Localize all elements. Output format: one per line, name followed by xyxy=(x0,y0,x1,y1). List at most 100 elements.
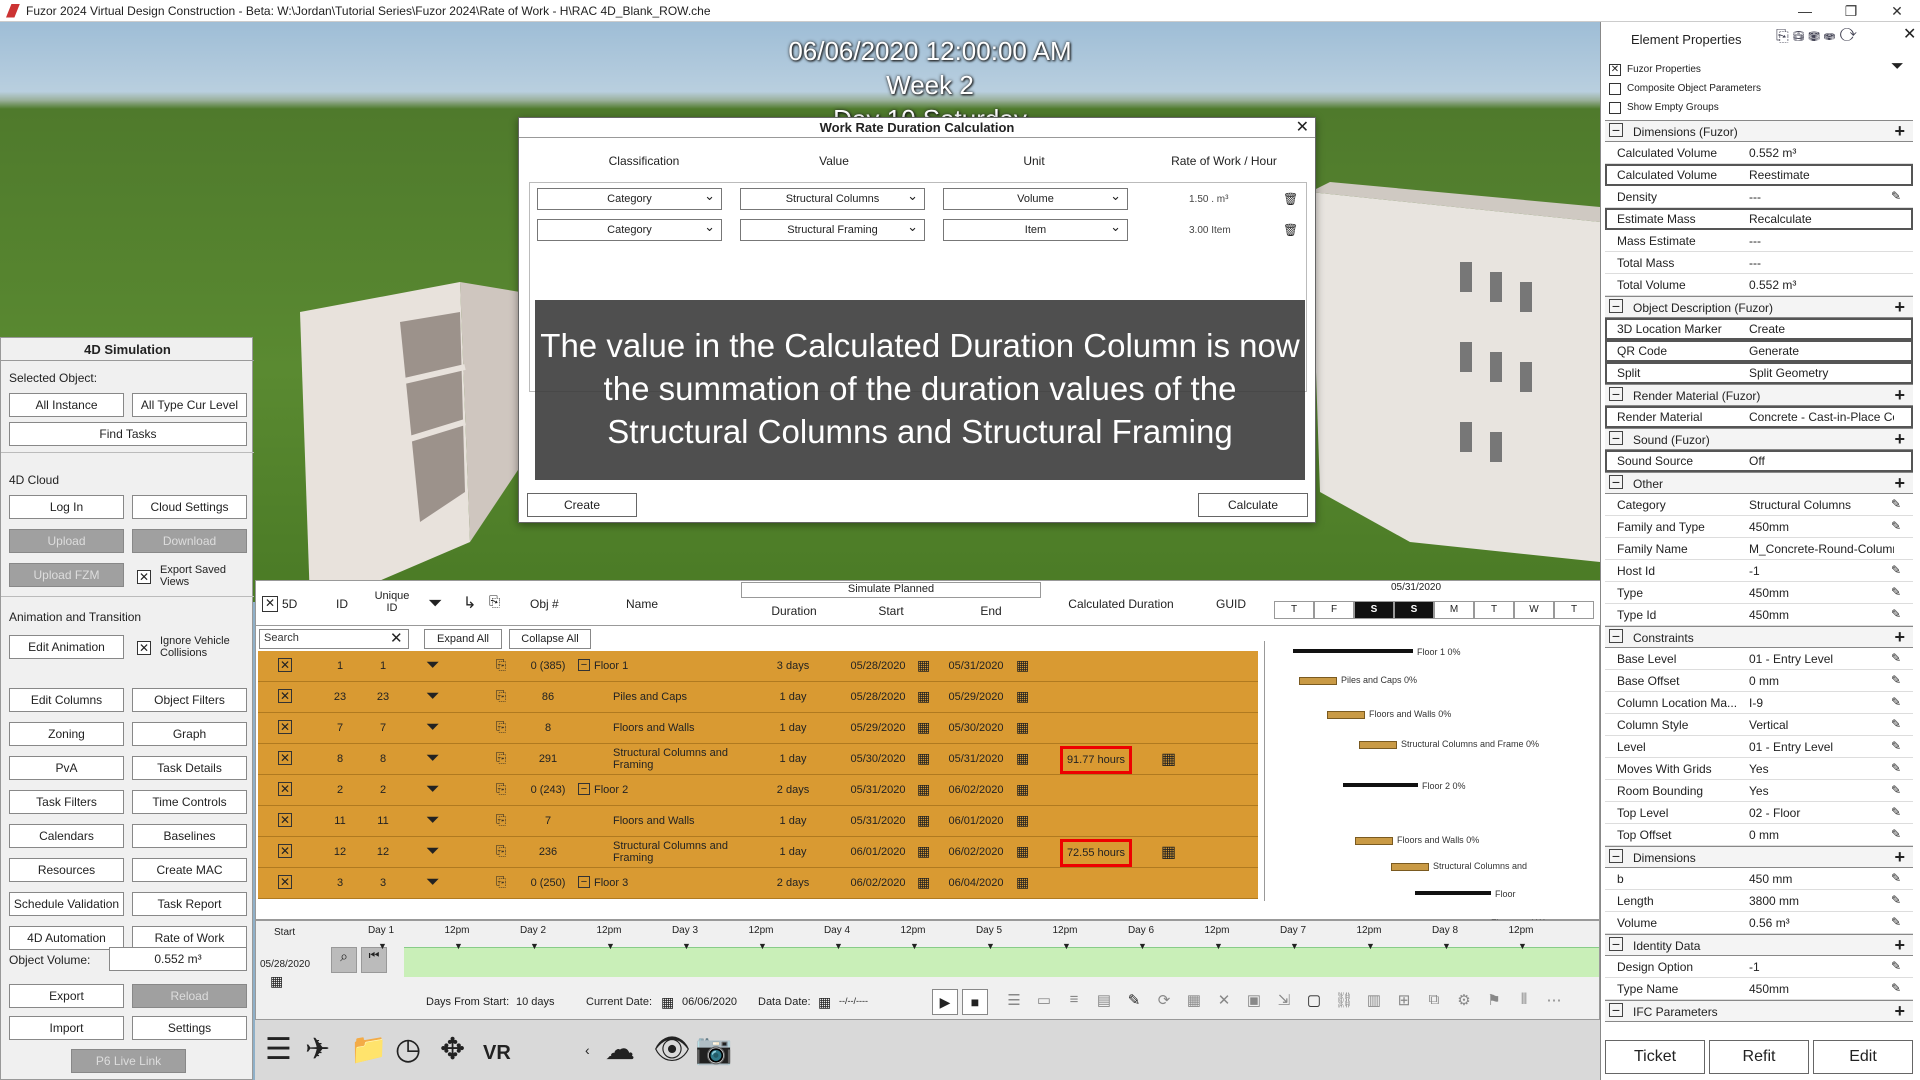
play-icon[interactable]: ▶ xyxy=(932,989,958,1015)
unit-select[interactable]: Volume xyxy=(943,186,1128,210)
row-duration[interactable]: 1 day xyxy=(758,691,828,703)
gantt-summary-bar[interactable] xyxy=(1343,783,1418,787)
row-filter-icon[interactable]: ⏷ xyxy=(426,841,440,861)
rate-value[interactable]: 3.00 Item xyxy=(1189,225,1231,236)
resources-button[interactable]: Resources xyxy=(9,858,124,882)
cloud-icon[interactable]: ☁ xyxy=(605,1032,635,1067)
row-duration[interactable]: 1 day xyxy=(758,846,828,858)
calculator-icon[interactable]: ▦ xyxy=(1161,749,1176,769)
collapse-section-icon[interactable]: − xyxy=(1609,475,1623,489)
export-button[interactable]: Export xyxy=(9,984,124,1008)
row-end[interactable]: 06/02/2020 xyxy=(941,784,1011,796)
edit-button[interactable]: Edit xyxy=(1813,1040,1913,1074)
row-duration[interactable]: 1 day xyxy=(758,722,828,734)
row-filter-icon[interactable]: ⏷ xyxy=(426,779,440,799)
current-date-value[interactable]: 06/06/2020 xyxy=(682,996,737,1008)
collapse-section-icon[interactable]: − xyxy=(1609,937,1623,951)
all-type-cur-level-button[interactable]: All Type Cur Level xyxy=(132,393,247,417)
time-controls-button[interactable]: Time Controls xyxy=(132,790,247,814)
add-property-icon[interactable]: + xyxy=(1894,473,1905,494)
collapse-section-icon[interactable]: − xyxy=(1609,431,1623,445)
property-row[interactable]: Density --- ✎ xyxy=(1605,186,1913,208)
calculated-duration-cell[interactable]: 91.77 hours xyxy=(1060,746,1132,774)
row-duration[interactable]: 2 days xyxy=(758,877,828,889)
data-date-calendar-icon[interactable]: ▦ xyxy=(818,994,831,1011)
row-start[interactable]: 06/01/2020 xyxy=(843,846,913,858)
row-start[interactable]: 05/29/2020 xyxy=(843,722,913,734)
row-end[interactable]: 05/31/2020 xyxy=(941,753,1011,765)
calculator-icon[interactable]: ▦ xyxy=(1161,842,1176,862)
property-row[interactable]: Family and Type 450mm ✎ xyxy=(1605,516,1913,538)
hierarchy-icon[interactable]: ⊞ xyxy=(1391,991,1417,1015)
table-row[interactable]: ✕ 1 1 ⏷ ⎘ 0 (385) − Floor 1 3 days 05/28/2020 ▦ 05/… xyxy=(258,651,1258,682)
list-icon[interactable]: ☰ xyxy=(265,1032,292,1067)
reload-button[interactable]: Reload xyxy=(132,984,247,1008)
clear-search-icon[interactable]: ✕ xyxy=(390,629,403,647)
property-row[interactable]: Column Style Vertical ✎ xyxy=(1605,714,1913,736)
create-button[interactable]: Create xyxy=(527,493,637,517)
task-filters-button[interactable]: Task Filters xyxy=(9,790,124,814)
row-start[interactable]: 05/31/2020 xyxy=(843,784,913,796)
properties-close-icon[interactable]: ✕ xyxy=(1903,24,1916,44)
close-button[interactable]: ✕ xyxy=(1874,0,1920,22)
row-checkbox[interactable]: ✕ xyxy=(278,720,292,734)
settings-button[interactable]: Settings xyxy=(132,1016,247,1040)
collapse-section-icon[interactable]: − xyxy=(1609,299,1623,313)
table-row[interactable]: ✕ 12 12 ⏷ ⎘ 236 Structural Columns and Framing… xyxy=(258,837,1258,868)
row-duration[interactable]: 3 days xyxy=(758,660,828,672)
end-calendar-icon[interactable]: ▦ xyxy=(1016,719,1029,736)
end-calendar-icon[interactable]: ▦ xyxy=(1016,781,1029,798)
maximize-button[interactable]: ❐ xyxy=(1828,0,1874,22)
all-instance-button[interactable]: All Instance xyxy=(9,393,124,417)
move-icon[interactable]: ✥ xyxy=(440,1032,465,1067)
property-row[interactable]: Base Offset 0 mm ✎ xyxy=(1605,670,1913,692)
upload-fzm-button[interactable]: Upload FZM xyxy=(9,563,124,587)
refit-button[interactable]: Refit xyxy=(1709,1040,1809,1074)
stack-icon[interactable]: ≡ xyxy=(1061,991,1087,1015)
row-end[interactable]: 05/29/2020 xyxy=(941,691,1011,703)
row-end[interactable]: 06/02/2020 xyxy=(941,846,1011,858)
edit-pencil-icon[interactable]: ✎ xyxy=(1891,695,1901,709)
row-document-icon[interactable]: ⎘ xyxy=(496,843,506,859)
unique-id-header[interactable]: Unique ID xyxy=(372,590,412,614)
edit-animation-button[interactable]: Edit Animation xyxy=(9,635,124,659)
list-view-icon[interactable]: ☰ xyxy=(1001,991,1027,1015)
property-row[interactable]: Type Name 450mm ✎ xyxy=(1605,978,1913,1000)
property-row[interactable]: Render Material Concrete - Cast-in-Place … xyxy=(1605,406,1913,428)
property-section-header[interactable]: − IFC Parameters + xyxy=(1605,1000,1913,1022)
edit-pencil-icon[interactable]: ✎ xyxy=(1891,981,1901,995)
value-select[interactable]: Structural Framing xyxy=(740,217,925,241)
property-row[interactable]: Design Option -1 ✎ xyxy=(1605,956,1913,978)
start-calendar-icon[interactable]: ▦ xyxy=(917,719,930,736)
property-section-header[interactable]: − Dimensions (Fuzor) + xyxy=(1605,120,1913,142)
row-checkbox[interactable]: ✕ xyxy=(278,875,292,889)
document-icon[interactable]: ⎘ xyxy=(489,593,500,610)
edit-pencil-icon[interactable]: ✎ xyxy=(1891,805,1901,819)
edit-pencil-icon[interactable]: ✎ xyxy=(1891,563,1901,577)
property-row[interactable]: Volume 0.56 m³ ✎ xyxy=(1605,912,1913,934)
edit-pencil-icon[interactable]: ✎ xyxy=(1891,607,1901,621)
gantt-task-bar[interactable] xyxy=(1359,741,1397,749)
eye-icon[interactable]: 👁 xyxy=(653,1032,691,1067)
chart-icon[interactable]: ▥ xyxy=(1361,991,1387,1015)
grid-icon[interactable]: ▦ xyxy=(1181,991,1207,1015)
table-row[interactable]: ✕ 2 2 ⏷ ⎘ 0 (243) − Floor 2 2 days 05/31/2020 ▦ 06/… xyxy=(258,775,1258,806)
property-value[interactable]: Off xyxy=(1749,454,1894,468)
property-value[interactable]: Generate xyxy=(1749,344,1894,358)
property-value[interactable]: Concrete - Cast-in-Place Co... xyxy=(1749,410,1894,424)
columns-icon[interactable]: ⫴ xyxy=(1511,991,1537,1015)
collapse-section-icon[interactable]: − xyxy=(1609,387,1623,401)
collapse-all-button[interactable]: Collapse All xyxy=(509,629,591,649)
collapse-section-icon[interactable]: − xyxy=(1609,629,1623,643)
table-row[interactable]: ✕ 23 23 ⏷ ⎘ 86 Piles and Caps 1 day 05/28/2020 ▦ 0… xyxy=(258,682,1258,713)
end-calendar-icon[interactable]: ▦ xyxy=(1016,843,1029,860)
row-name[interactable]: Structural Columns and Framing xyxy=(613,747,743,771)
ignore-vehicle-collisions-checkbox[interactable]: ✕ xyxy=(137,641,151,655)
fuzor-properties-checkbox[interactable]: ✕ xyxy=(1609,64,1621,76)
edit-pencil-icon[interactable]: ✎ xyxy=(1891,651,1901,665)
duration-header[interactable]: Duration xyxy=(759,604,829,618)
settings-icon[interactable]: ⚙ xyxy=(1451,991,1477,1015)
vr-icon[interactable]: VR xyxy=(483,1042,511,1065)
row-document-icon[interactable]: ⎘ xyxy=(496,781,506,797)
log-in-button[interactable]: Log In xyxy=(9,495,124,519)
